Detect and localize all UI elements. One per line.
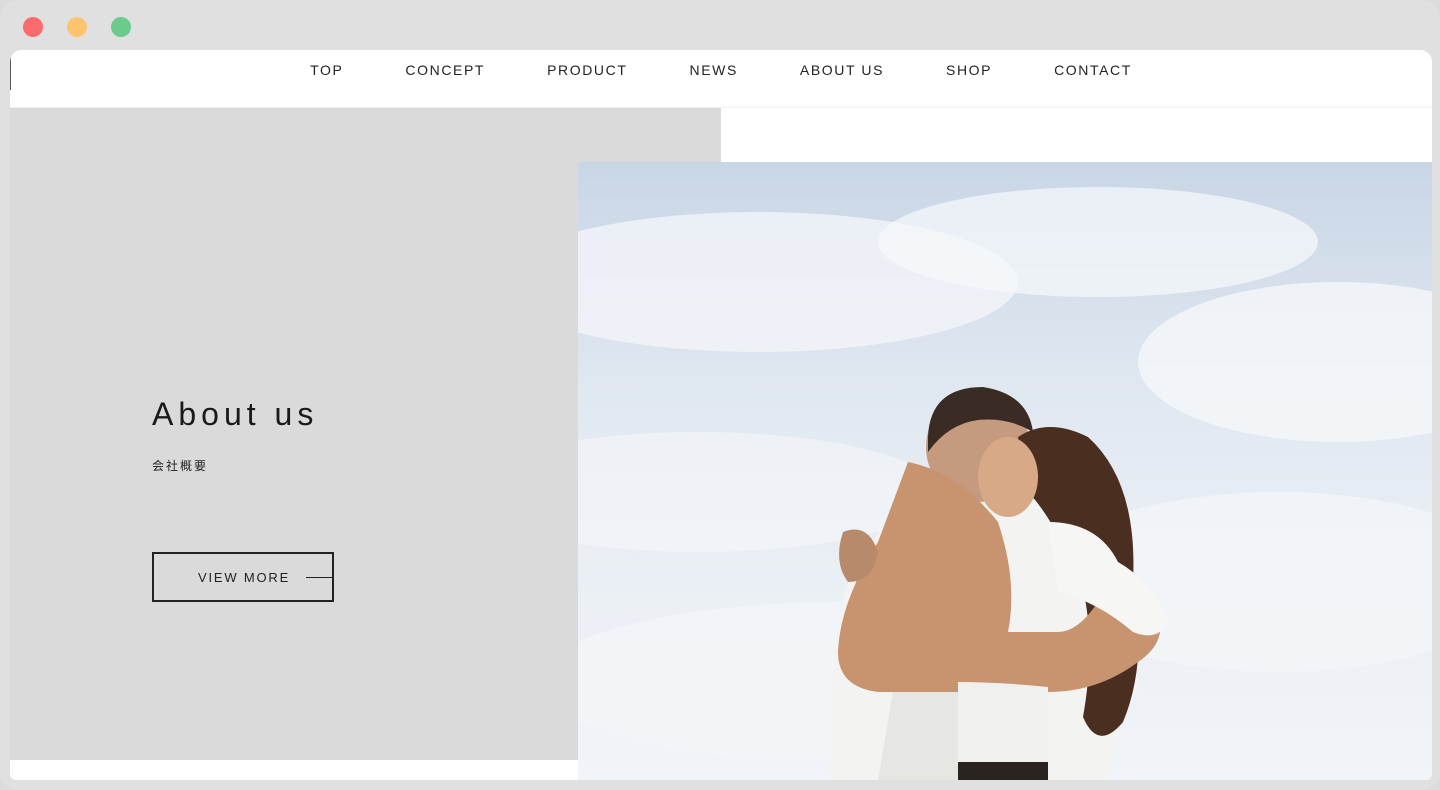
maximize-window-button[interactable] <box>111 17 131 37</box>
minimize-window-button[interactable] <box>67 17 87 37</box>
view-more-button[interactable]: VIEW MORE <box>152 552 334 602</box>
nav-item-news[interactable]: NEWS <box>658 62 768 78</box>
browser-window: TOP CONCEPT PRODUCT NEWS ABOUT US SHOP C… <box>0 0 1440 790</box>
window-controls <box>23 17 131 37</box>
couple-hugging-image <box>578 187 1432 780</box>
nav-item-product[interactable]: PRODUCT <box>516 62 658 78</box>
nav-item-concept[interactable]: CONCEPT <box>374 62 516 78</box>
arrow-line-icon <box>306 577 332 578</box>
site-header: TOP CONCEPT PRODUCT NEWS ABOUT US SHOP C… <box>10 50 1432 108</box>
page-title: About us <box>152 396 319 432</box>
main-nav: TOP CONCEPT PRODUCT NEWS ABOUT US SHOP C… <box>10 62 1432 78</box>
nav-item-about-us[interactable]: ABOUT US <box>769 62 915 78</box>
nav-item-top[interactable]: TOP <box>279 62 374 78</box>
close-window-button[interactable] <box>23 17 43 37</box>
page-viewport: TOP CONCEPT PRODUCT NEWS ABOUT US SHOP C… <box>10 50 1432 780</box>
view-more-label: VIEW MORE <box>198 569 291 585</box>
nav-item-contact[interactable]: CONTACT <box>1023 62 1163 78</box>
hero-photo <box>578 162 1432 780</box>
nav-item-shop[interactable]: SHOP <box>915 62 1023 78</box>
page-subtitle: 会社概要 <box>152 459 209 473</box>
